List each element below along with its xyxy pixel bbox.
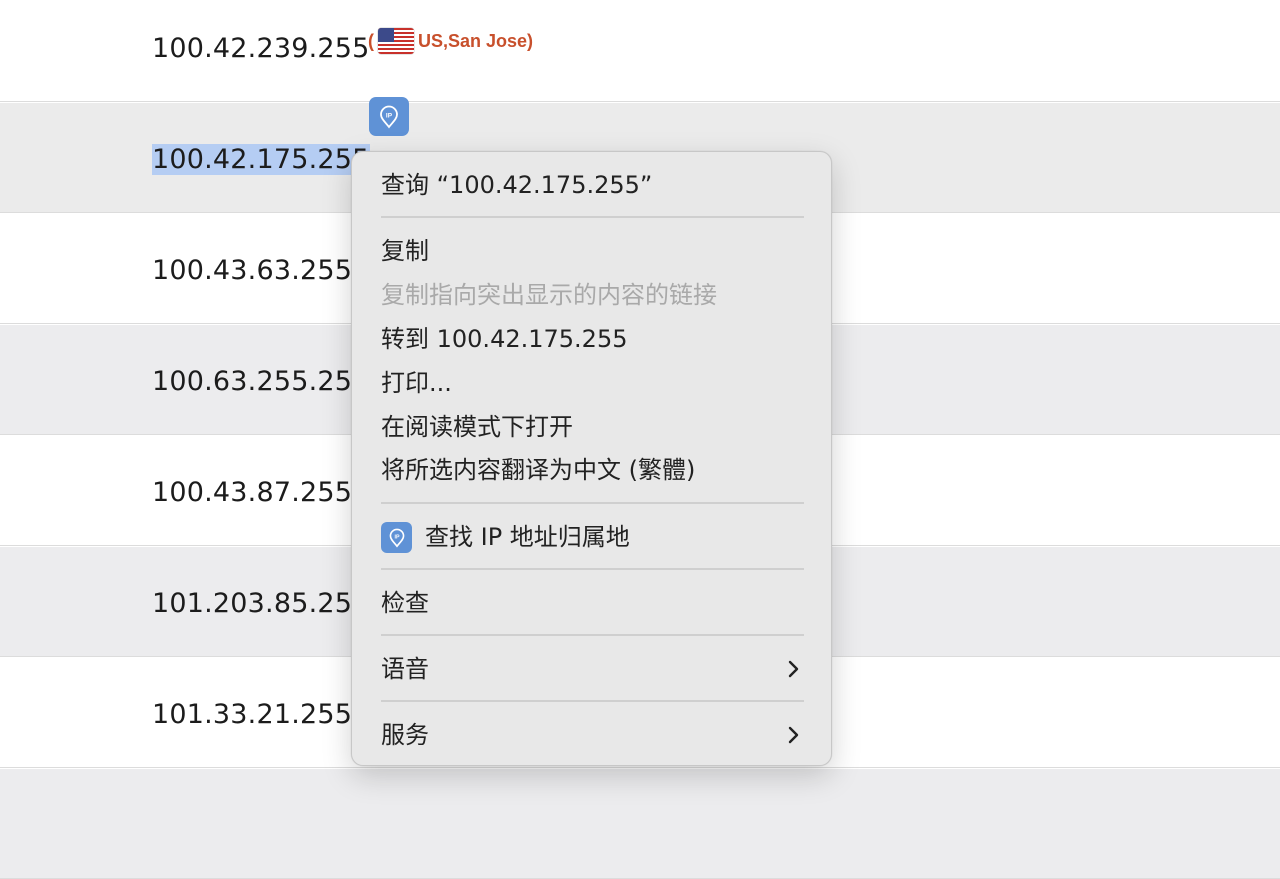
ip-address: 101.33.21.255 — [152, 699, 353, 730]
ip-address: 100.43.87.255 — [152, 477, 353, 508]
menu-item-services[interactable]: 服务 — [381, 720, 429, 750]
menu-item-find-ip[interactable]: 查找 IP 地址归属地 — [425, 522, 630, 552]
menu-item-speech[interactable]: 语音 — [381, 654, 429, 684]
menu-item-lookup[interactable]: 查询 “100.42.175.255” — [381, 170, 652, 200]
ip-lookup-button[interactable]: IP — [369, 97, 409, 136]
geo-location-text: US,San Jose) — [418, 30, 534, 51]
menu-item-inspect[interactable]: 检查 — [381, 588, 429, 618]
menu-separator — [381, 700, 804, 702]
table-row: 100.42.239.255 ( US,San Jose) — [0, 0, 1280, 102]
menu-separator — [381, 502, 804, 504]
menu-item-translate[interactable]: 将所选内容翻译为中文 (繁體) — [381, 455, 695, 485]
menu-separator — [381, 634, 804, 636]
menu-separator — [381, 216, 804, 218]
svg-text:IP: IP — [386, 112, 393, 119]
menu-item-reader-mode[interactable]: 在阅读模式下打开 — [381, 412, 573, 442]
context-menu: 查询 “100.42.175.255” 复制 复制指向突出显示的内容的链接 转到… — [351, 151, 832, 766]
ip-extension-icon: IP — [381, 522, 412, 553]
table-row — [0, 769, 1280, 879]
ip-pin-icon: IP — [380, 105, 398, 128]
menu-item-print[interactable]: 打印... — [381, 368, 452, 398]
ip-address: 100.42.239.255 — [152, 33, 370, 64]
menu-item-copy-link: 复制指向突出显示的内容的链接 — [381, 281, 717, 309]
geo-location-badge: ( US,San Jose) — [368, 28, 533, 54]
menu-item-copy[interactable]: 复制 — [381, 236, 429, 266]
us-flag-icon — [378, 28, 414, 54]
chevron-right-icon — [788, 660, 799, 678]
selected-text[interactable]: 100.42.175.255 — [152, 144, 370, 175]
menu-separator — [381, 568, 804, 570]
ip-address-selected[interactable]: 100.42.175.255 — [152, 143, 370, 177]
ip-address: 101.203.85.255 — [152, 588, 370, 619]
ip-pin-icon: IP — [389, 528, 404, 547]
menu-item-goto[interactable]: 转到 100.42.175.255 — [381, 324, 627, 354]
geo-open-paren: ( — [368, 30, 374, 51]
ip-address: 100.63.255.255 — [152, 366, 370, 397]
svg-text:IP: IP — [394, 534, 399, 540]
ip-address: 100.43.63.255 — [152, 255, 353, 286]
chevron-right-icon — [788, 726, 799, 744]
